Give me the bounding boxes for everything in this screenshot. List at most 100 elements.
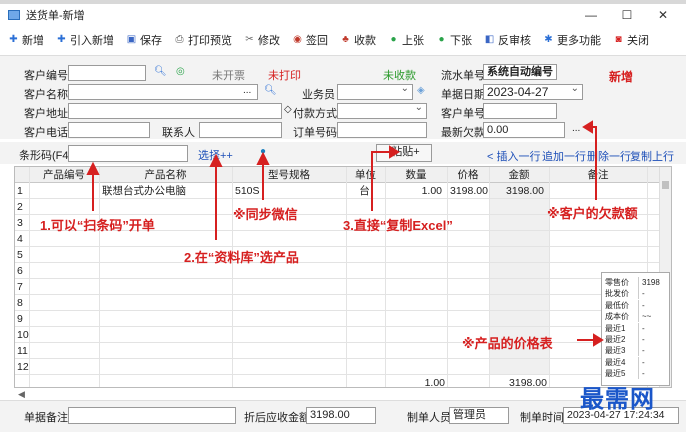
- toolbar-button-2[interactable]: ▣ 保存: [126, 32, 162, 48]
- barcode-row: 条形码(F4) 选择++ ● 粘贴+ < 插入一行 追加一行 删除一行 复制上行: [0, 142, 686, 164]
- debt-detail-button[interactable]: ...: [572, 123, 580, 134]
- toolbar-button-label: 收款: [354, 35, 376, 47]
- scroll-thumb[interactable]: [662, 181, 669, 189]
- toolbar-button-label: 打印预览: [188, 35, 232, 47]
- grid-divider: [99, 167, 100, 387]
- table-row[interactable]: 10: [15, 327, 660, 343]
- toolbar-button-8[interactable]: ● 下张: [436, 32, 472, 48]
- column-header[interactable]: 型号规格: [232, 167, 346, 183]
- document-date-picker[interactable]: 2023-04-27: [483, 82, 583, 100]
- cell-model[interactable]: 510S: [235, 183, 341, 199]
- price-key: 最近5: [605, 369, 626, 379]
- more-icon: ✱: [544, 34, 553, 45]
- price-value: -: [642, 335, 645, 344]
- annotation-sync-wechat: ※同步微信: [233, 207, 298, 222]
- select-product-link[interactable]: 选择++: [198, 147, 233, 163]
- toolbar-button-10[interactable]: ✱ 更多功能: [543, 32, 601, 48]
- toolbar-button-4[interactable]: ✂ 修改: [244, 32, 280, 48]
- row-number: 2: [17, 201, 23, 213]
- payment-method-select[interactable]: [337, 101, 427, 119]
- price-row: 最近1 -: [602, 322, 671, 334]
- contact-input[interactable]: [199, 122, 282, 138]
- browse-customer-button[interactable]: ...: [243, 85, 251, 96]
- add-row-button[interactable]: 追加一行: [542, 148, 586, 164]
- salesperson-label: 业务员: [302, 89, 335, 101]
- column-header[interactable]: 单位: [346, 167, 385, 183]
- grid-divider: [385, 167, 386, 387]
- toolbar-button-label: 下张: [450, 35, 472, 47]
- search-icon[interactable]: 🔍︎: [154, 66, 167, 77]
- toolbar-button-0[interactable]: ✚ 新增: [8, 32, 44, 48]
- toolbar-button-3[interactable]: ⎙ 打印预览: [174, 32, 233, 48]
- order-number-input[interactable]: [337, 122, 427, 138]
- serial-number-input: 系统自动编号: [483, 64, 557, 80]
- close-icon: ◙: [615, 34, 622, 45]
- annotation-customer-debt: ※客户的欠款额: [547, 206, 638, 221]
- close-window-button[interactable]: ✕: [648, 4, 678, 26]
- next-icon: ●: [438, 34, 445, 45]
- customer-name-label: 客户名称: [24, 89, 68, 101]
- toolbar-button-9[interactable]: ◧ 反审核: [484, 32, 531, 48]
- table-row[interactable]: 12: [15, 359, 660, 375]
- table-row[interactable]: 9: [15, 311, 660, 327]
- delete-row-button[interactable]: 删除一行: [587, 148, 631, 164]
- table-row[interactable]: 5: [15, 247, 660, 263]
- customer-name-input[interactable]: [68, 84, 258, 100]
- customer-search-icon[interactable]: 🔍︎: [264, 85, 277, 96]
- copy-row-button[interactable]: 复制上行: [630, 148, 674, 164]
- cell-name[interactable]: 联想台式办公电脑: [102, 183, 227, 199]
- price-row: 批发价 -: [602, 288, 671, 300]
- price-separator: [638, 299, 639, 311]
- price-value: -: [642, 357, 645, 367]
- customer-doc-number-input[interactable]: [483, 103, 557, 119]
- table-row[interactable]: 7: [15, 279, 660, 295]
- annotation-select-product: 2.在“资料库”选产品: [184, 250, 299, 265]
- paste-excel-button[interactable]: 粘贴+: [376, 144, 432, 162]
- column-header[interactable]: 产品编号: [29, 167, 99, 183]
- minimize-button[interactable]: —: [576, 4, 606, 26]
- customer-phone-input[interactable]: [68, 122, 150, 138]
- row-number: 5: [17, 249, 23, 261]
- toolbar-button-7[interactable]: ● 上张: [388, 32, 424, 48]
- customer-address-input[interactable]: [68, 103, 282, 119]
- toolbar-button-1[interactable]: ✚ 引入新增: [56, 32, 114, 48]
- row-number: 1: [17, 185, 23, 197]
- invoice-status: 未开票: [212, 70, 245, 82]
- insert-row-button[interactable]: < 插入一行: [487, 148, 540, 164]
- column-header[interactable]: 价格: [447, 167, 489, 183]
- price-value: 3198: [642, 278, 660, 287]
- toolbar-button-6[interactable]: ♣ 收款: [340, 32, 376, 48]
- column-header[interactable]: 备注: [549, 167, 647, 183]
- column-header[interactable]: 金额: [489, 167, 549, 183]
- toolbar-button-5[interactable]: ◉ 签回: [292, 32, 328, 48]
- customer-code-input[interactable]: [68, 65, 146, 81]
- cell-price[interactable]: 3198.00: [450, 183, 488, 199]
- toolbar-button-11[interactable]: ◙ 关闭: [613, 32, 649, 48]
- scroll-left-icon[interactable]: ◀: [18, 389, 25, 400]
- table-row[interactable]: 1 联想台式办公电脑 510S 台 1.00 3198.00 3198.00: [15, 183, 660, 199]
- cell-unit[interactable]: 台: [349, 183, 380, 199]
- cell-qty[interactable]: 1.00: [388, 183, 442, 199]
- sign-back-icon: ◉: [293, 34, 302, 45]
- price-key: 批发价: [605, 289, 629, 299]
- discounted-amount-label: 折后应收金额: [244, 412, 310, 424]
- refresh-icon[interactable]: ◎: [176, 66, 185, 77]
- price-separator: [638, 368, 639, 380]
- table-row[interactable]: 6: [15, 263, 660, 279]
- latest-debt-label: 最新欠款: [441, 127, 485, 139]
- serial-number-label: 流水单号: [441, 70, 485, 82]
- column-header[interactable]: 数量: [385, 167, 447, 183]
- unaudit-icon: ◧: [484, 34, 495, 45]
- salesperson-manage-icon[interactable]: ◈: [417, 85, 425, 96]
- column-header[interactable]: 产品名称: [99, 167, 232, 183]
- cell-amount[interactable]: 3198.00: [492, 183, 544, 199]
- salesperson-select[interactable]: [337, 82, 413, 100]
- remark-input[interactable]: [68, 407, 236, 424]
- barcode-input[interactable]: [68, 145, 188, 162]
- plus-icon: ✚: [9, 34, 18, 45]
- wechat-sync-icon[interactable]: ●: [260, 146, 266, 157]
- table-row[interactable]: 11: [15, 343, 660, 359]
- table-row[interactable]: 8: [15, 295, 660, 311]
- maximize-button[interactable]: ☐: [612, 4, 642, 26]
- row-number: 6: [17, 265, 23, 277]
